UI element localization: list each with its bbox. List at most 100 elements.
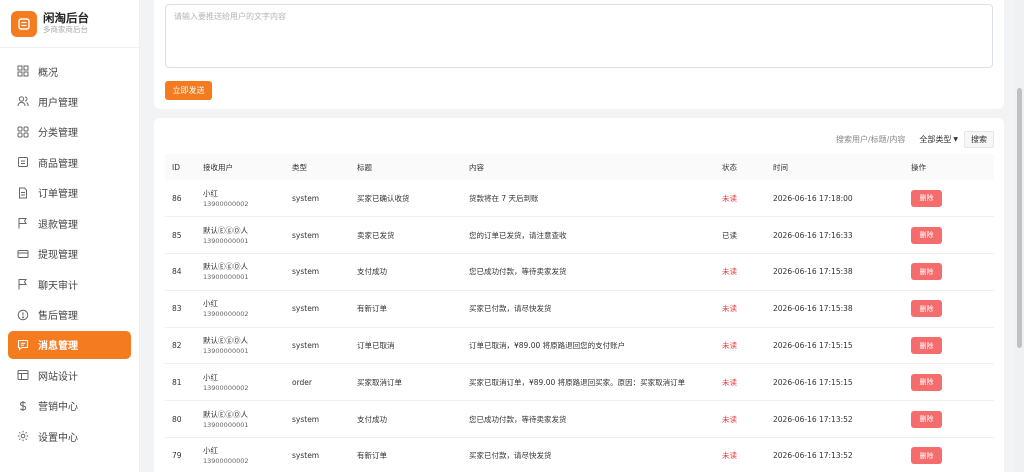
sidebar-item-label: 退款管理 bbox=[38, 219, 78, 231]
user-name: 小红 bbox=[203, 299, 218, 309]
sidebar-item-1[interactable]: 用户管理 bbox=[8, 87, 131, 115]
user-phone: 13900000001 bbox=[203, 236, 249, 245]
user-name: 小红 bbox=[203, 372, 218, 382]
cell-user: 小红 13900000002 bbox=[196, 290, 285, 328]
send-button[interactable]: 立即发送 bbox=[165, 81, 212, 100]
cell-content: 您已成功付款，等待卖家发货 bbox=[462, 253, 715, 291]
cell-user: 小红 13900000002 bbox=[196, 437, 285, 472]
flag-icon bbox=[17, 217, 29, 229]
cell-id: 79 bbox=[165, 437, 196, 472]
box-icon bbox=[17, 156, 29, 168]
cell-type: system bbox=[285, 400, 350, 439]
status-badge: 未读 bbox=[715, 180, 766, 218]
gear-icon bbox=[17, 430, 29, 442]
users-icon bbox=[17, 95, 29, 107]
cell-content: 买家已付款，请尽快发货 bbox=[462, 290, 715, 328]
delete-button[interactable]: 删除 bbox=[911, 337, 942, 355]
cell-time: 2026-06-16 17:16:33 bbox=[766, 216, 904, 255]
sidebar-item-10[interactable]: 网站设计 bbox=[8, 361, 131, 389]
cell-type: order bbox=[285, 363, 350, 402]
dollar-icon bbox=[17, 400, 29, 412]
sidebar-item-label: 概况 bbox=[38, 67, 58, 79]
status-badge: 未读 bbox=[715, 400, 766, 439]
brand-title: 闲淘后台 bbox=[43, 11, 89, 25]
sidebar-item-label: 营销中心 bbox=[38, 402, 78, 414]
cell-actions: 删除 bbox=[904, 180, 994, 218]
sidebar-item-0[interactable]: 概况 bbox=[8, 57, 131, 85]
sidebar-item-label: 设置中心 bbox=[38, 432, 78, 444]
sidebar-item-4[interactable]: 订单管理 bbox=[8, 179, 131, 207]
delete-button[interactable]: 删除 bbox=[911, 410, 942, 428]
column-header: 接收用户 bbox=[196, 154, 285, 180]
table-row: 84 默认ⒺⓖⓄ人 13900000001 system 支付成功 您已成功付款，等待卖家… bbox=[165, 253, 994, 291]
cell-time: 2026-06-16 17:13:52 bbox=[766, 400, 904, 439]
cell-title: 订单已取消 bbox=[350, 327, 462, 365]
sidebar-item-7[interactable]: 聊天审计 bbox=[8, 270, 131, 298]
table-row: 85 默认ⒺⓖⓄ人 13900000001 system 卖家已发货 您的订单已发货，请注… bbox=[165, 216, 994, 255]
sidebar-nav: 概况用户管理分类管理 商品管理订单管理退款管理提现管理聊天审计售后管理 消息管理 网站… bbox=[0, 57, 140, 453]
cell-time: 2026-06-16 17:15:15 bbox=[766, 363, 904, 402]
sidebar-item-9[interactable]: 消息管理 bbox=[8, 330, 131, 359]
message-input[interactable] bbox=[165, 4, 993, 68]
delete-button[interactable]: 删除 bbox=[911, 300, 942, 318]
cell-actions: 删除 bbox=[904, 290, 994, 328]
search-button[interactable]: 搜索 bbox=[964, 131, 994, 148]
sidebar-item-8[interactable]: 售后管理 bbox=[8, 301, 131, 329]
user-name: 小红 bbox=[203, 188, 218, 198]
user-name: 默认ⒺⓖⓄ人 bbox=[203, 225, 248, 235]
delete-button[interactable]: 删除 bbox=[911, 189, 942, 207]
delete-button[interactable]: 删除 bbox=[911, 373, 942, 391]
scrollbar-thumb[interactable] bbox=[1017, 88, 1022, 348]
cell-title: 买家已确认收货 bbox=[350, 180, 462, 218]
user-name: 默认ⒺⓖⓄ人 bbox=[203, 262, 248, 272]
sidebar-item-label: 提现管理 bbox=[38, 250, 78, 262]
user-name: 小红 bbox=[203, 446, 218, 456]
brand-subtitle: 多商家商后台 bbox=[43, 25, 88, 34]
cell-title: 支付成功 bbox=[350, 253, 462, 291]
user-phone: 13900000002 bbox=[203, 457, 249, 466]
user-phone: 13900000002 bbox=[203, 383, 249, 392]
cell-actions: 删除 bbox=[904, 253, 994, 291]
column-header: 操作 bbox=[904, 154, 994, 180]
cell-type: system bbox=[285, 253, 350, 291]
user-phone: 13900000001 bbox=[203, 273, 249, 282]
sidebar-item-3[interactable]: 商品管理 bbox=[8, 148, 131, 176]
sidebar-item-12[interactable]: 设置中心 bbox=[8, 422, 131, 450]
delete-button[interactable]: 删除 bbox=[911, 226, 942, 244]
user-phone: 13900000001 bbox=[203, 420, 249, 429]
cell-title: 支付成功 bbox=[350, 400, 462, 439]
document-icon bbox=[17, 187, 29, 199]
delete-button[interactable]: 删除 bbox=[911, 447, 942, 465]
cell-type: system bbox=[285, 216, 350, 255]
column-header: 内容 bbox=[462, 154, 715, 180]
table-header-row: ID 接收用户 类型 标题 内容 状态 时间 操作 bbox=[165, 154, 994, 180]
chevron-down-icon: ▼ bbox=[953, 136, 958, 143]
sidebar-item-5[interactable]: 退款管理 bbox=[8, 209, 131, 237]
cell-content: 订单已取消，¥89.00 将原路退回您的支付账户 bbox=[462, 327, 715, 365]
sidebar-item-2[interactable]: 分类管理 bbox=[8, 118, 131, 146]
cell-user: 默认ⒺⓖⓄ人 13900000001 bbox=[196, 400, 285, 439]
table-row: 82 默认ⒺⓖⓄ人 13900000001 system 订单已取消 订单已取消，¥89.… bbox=[165, 327, 994, 365]
table-row: 81 小红 13900000002 order 买家取消订单 买家已取消订单，¥89.00… bbox=[165, 363, 994, 402]
cell-content: 货款将在 7 天后到账 bbox=[462, 180, 715, 218]
scrollbar[interactable] bbox=[1015, 0, 1024, 472]
apps-icon bbox=[17, 126, 29, 138]
status-badge: 未读 bbox=[715, 327, 766, 365]
sidebar-item-label: 订单管理 bbox=[38, 189, 78, 201]
delete-button[interactable]: 删除 bbox=[911, 263, 942, 281]
cell-type: system bbox=[285, 327, 350, 365]
message-table: ID 接收用户 类型 标题 内容 状态 时间 操作 86 小红 13900000002 system… bbox=[165, 154, 994, 472]
cell-user: 小红 13900000002 bbox=[196, 363, 285, 402]
search-input[interactable] bbox=[823, 131, 912, 148]
type-select[interactable]: 全部类型 ▼ bbox=[919, 134, 958, 145]
cell-title: 买家取消订单 bbox=[350, 363, 462, 402]
cell-actions: 删除 bbox=[904, 400, 994, 439]
cell-title: 有新订单 bbox=[350, 290, 462, 328]
flag-icon bbox=[17, 278, 29, 290]
sidebar-item-11[interactable]: 营销中心 bbox=[8, 392, 131, 420]
filter-bar: 全部类型 ▼ 搜索 bbox=[823, 131, 994, 148]
status-badge: 未读 bbox=[715, 363, 766, 402]
table-row: 80 默认ⒺⓖⓄ人 13900000001 system 支付成功 您已成功付款，等待卖家… bbox=[165, 400, 994, 439]
column-header: 状态 bbox=[715, 154, 766, 180]
sidebar-item-6[interactable]: 提现管理 bbox=[8, 240, 131, 268]
